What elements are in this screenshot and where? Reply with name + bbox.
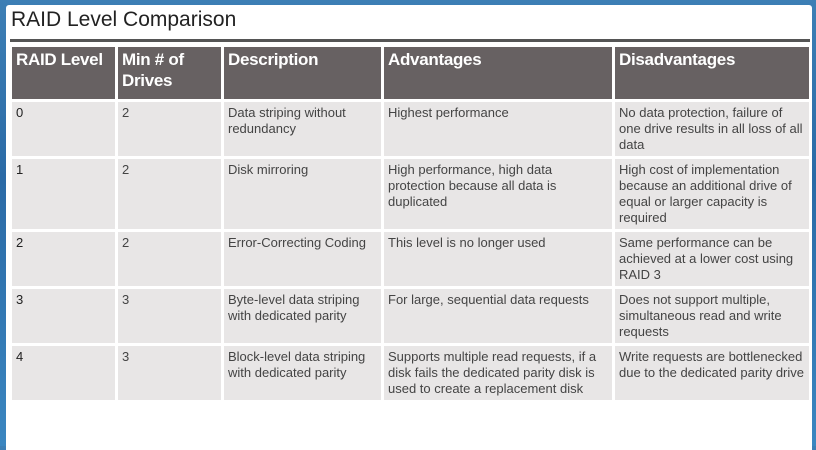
cell-disadvantages: Does not support multiple, simultaneous …	[615, 289, 809, 343]
cell-raid-level: 4	[12, 346, 115, 400]
table-row: 0 2 Data striping without redundancy Highes…	[12, 102, 809, 156]
cell-raid-level: 3	[12, 289, 115, 343]
cell-description: Error-Correcting Coding	[224, 232, 381, 286]
header-disadvantages: Disadvantages	[615, 47, 809, 99]
cell-disadvantages: No data protection, failure of one drive…	[615, 102, 809, 156]
cell-min-drives: 3	[118, 346, 221, 400]
cell-description: Byte-level data striping with dedicated …	[224, 289, 381, 343]
cell-description: Data striping without redundancy	[224, 102, 381, 156]
title-divider	[10, 39, 810, 42]
cell-advantages: For large, sequential data requests	[384, 289, 612, 343]
page-title: RAID Level Comparison	[11, 8, 237, 31]
cell-description: Block-level data striping with dedicated…	[224, 346, 381, 400]
table-row: 2 2 Error-Correcting Coding This level is n…	[12, 232, 809, 286]
header-description: Description	[224, 47, 381, 99]
cell-min-drives: 3	[118, 289, 221, 343]
cell-disadvantages: Write requests are bottlenecked due to t…	[615, 346, 809, 400]
header-min-drives: Min # of Drives	[118, 47, 221, 99]
cell-advantages: High performance, high data protection b…	[384, 159, 612, 229]
cell-description: Disk mirroring	[224, 159, 381, 229]
header-row: RAID Level Min # of Drives Description A…	[12, 47, 809, 99]
cell-disadvantages: Same performance can be achieved at a lo…	[615, 232, 809, 286]
cell-advantages: Highest performance	[384, 102, 612, 156]
cell-raid-level: 0	[12, 102, 115, 156]
cell-disadvantages: High cost of implementation because an a…	[615, 159, 809, 229]
content-panel: RAID Level Comparison RAID Level Min # o…	[6, 5, 812, 450]
table-row: 3 3 Byte-level data striping with dedicate…	[12, 289, 809, 343]
raid-comparison-table: RAID Level Min # of Drives Description A…	[9, 44, 812, 403]
cell-raid-level: 2	[12, 232, 115, 286]
header-raid-level: RAID Level	[12, 47, 115, 99]
table-row: 4 3 Block-level data striping with dedicat…	[12, 346, 809, 400]
cell-raid-level: 1	[12, 159, 115, 229]
cell-min-drives: 2	[118, 232, 221, 286]
header-advantages: Advantages	[384, 47, 612, 99]
cell-advantages: Supports multiple read requests, if a di…	[384, 346, 612, 400]
table-row: 1 2 Disk mirroring High performance, high d…	[12, 159, 809, 229]
cell-min-drives: 2	[118, 159, 221, 229]
cell-advantages: This level is no longer used	[384, 232, 612, 286]
cell-min-drives: 2	[118, 102, 221, 156]
